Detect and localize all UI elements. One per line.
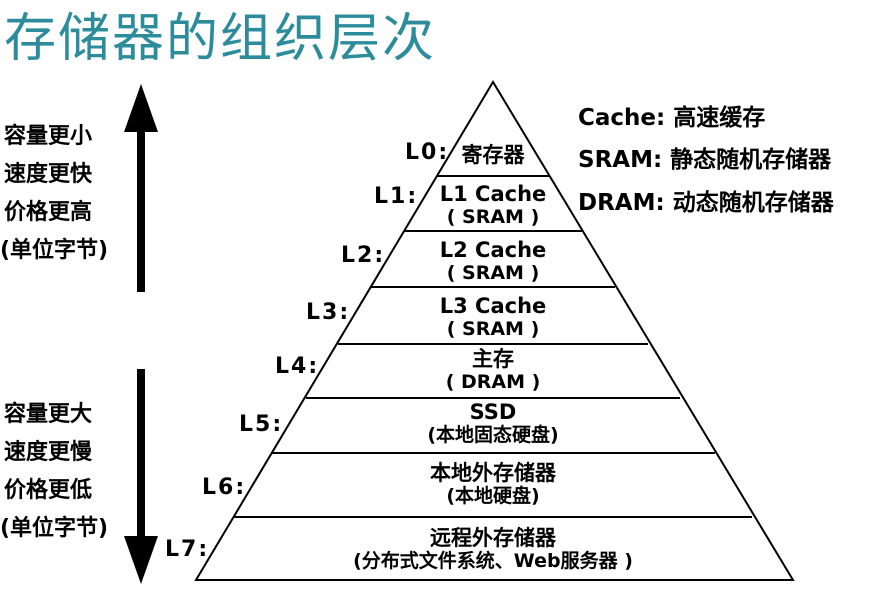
lower-side-capacity: 容量更大 [4, 402, 93, 427]
tier-l7: 远程外存储器 (分布式文件系统、Web服务器 ) [318, 526, 668, 572]
tier-l1: L1 Cache ( SRAM ) [343, 182, 643, 228]
up-arrow-head [124, 84, 158, 132]
tier-l1-sub: ( SRAM ) [446, 205, 540, 228]
tier-l6: 本地外存储器 (本地硬盘) [343, 461, 643, 507]
tier-l2-sub: ( SRAM ) [446, 261, 540, 284]
tier-l1-name: L1 Cache [439, 182, 547, 206]
tier-l6-name: 本地外存储器 [430, 461, 556, 485]
tier-l5: SSD (本地固态硬盘) [343, 400, 643, 446]
tier-l4-name: 主存 [472, 347, 514, 371]
lower-side-price: 价格更低 [4, 478, 93, 503]
tier-l2-name: L2 Cache [439, 238, 547, 262]
tier-l4: 主存 ( DRAM ) [343, 347, 643, 393]
level-label-l5: L5: [239, 412, 284, 437]
lower-side-speed: 速度更慢 [4, 440, 93, 465]
tier-l3: L3 Cache ( SRAM ) [343, 294, 643, 340]
tier-l7-sub: (分布式文件系统、Web服务器 ) [353, 549, 633, 572]
tier-l0-name: 寄存器 [461, 143, 525, 167]
tier-l3-name: L3 Cache [439, 294, 547, 318]
upper-side-price: 价格更高 [4, 200, 93, 225]
upper-side-unit: (单位字节) [0, 238, 109, 263]
level-label-l4: L4: [275, 354, 320, 379]
upper-side-speed: 速度更快 [4, 162, 93, 187]
tier-l5-sub: (本地固态硬盘) [427, 423, 559, 446]
level-label-l6: L6: [202, 475, 247, 500]
down-arrow-head [124, 536, 158, 584]
tier-l2: L2 Cache ( SRAM ) [343, 238, 643, 284]
tier-l3-sub: ( SRAM ) [446, 317, 540, 340]
tier-l4-sub: ( DRAM ) [445, 370, 541, 393]
upper-side-capacity: 容量更小 [4, 124, 93, 149]
lower-side-unit: (单位字节) [0, 516, 109, 541]
tier-l5-name: SSD [469, 400, 517, 424]
tier-l6-sub: (本地硬盘) [446, 484, 540, 507]
level-label-l7: L7: [165, 537, 210, 562]
tier-l0: 寄存器 [343, 143, 643, 168]
legend-cache: Cache: 高速缓存 [578, 105, 766, 131]
tier-l7-name: 远程外存储器 [430, 526, 556, 550]
